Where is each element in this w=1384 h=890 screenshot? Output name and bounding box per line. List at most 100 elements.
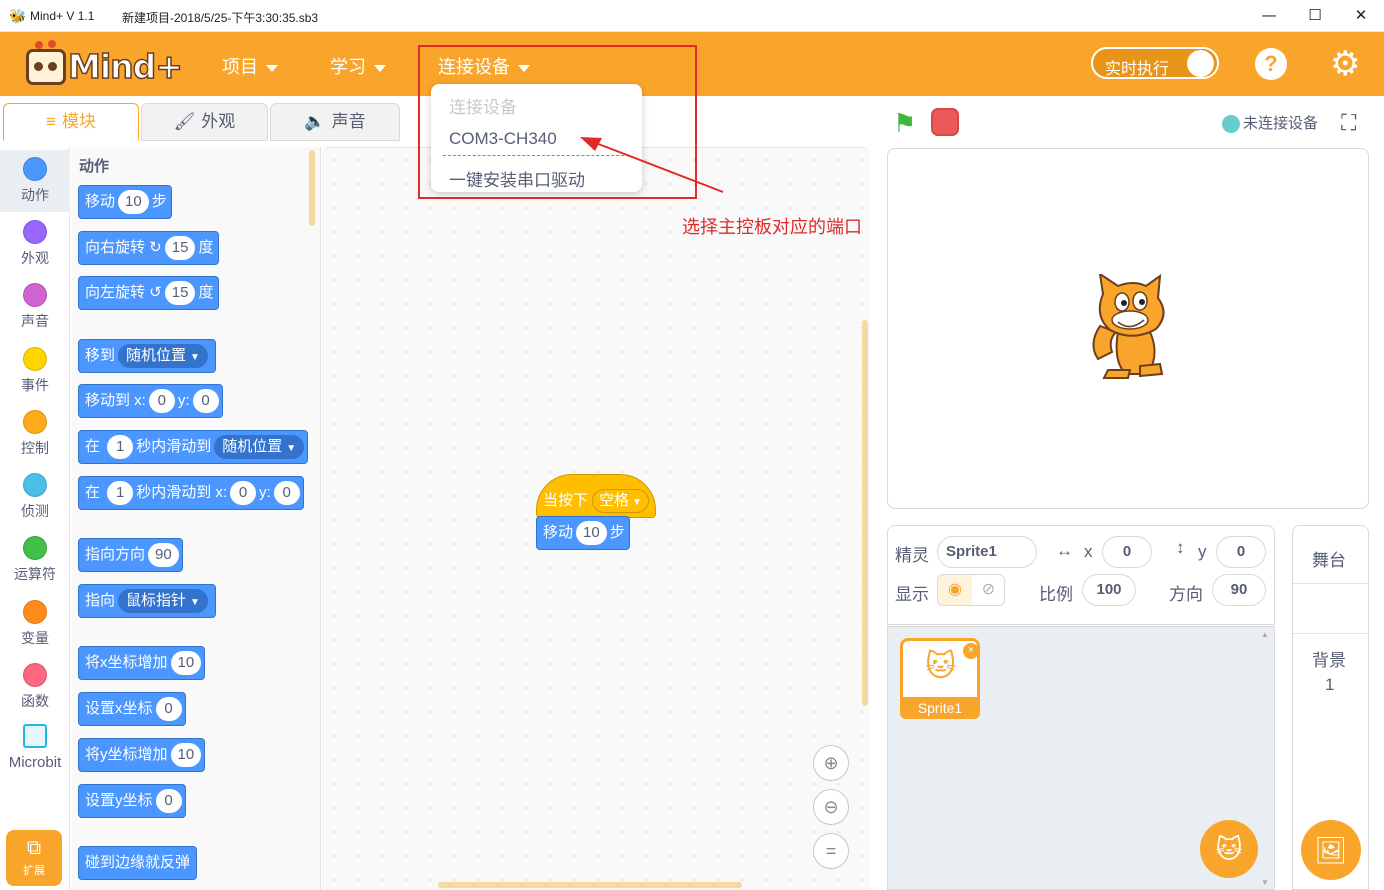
category-sound[interactable]: 声音 — [0, 276, 70, 338]
tab-sounds-label: 声音 — [331, 112, 366, 131]
sprite-x-input[interactable]: 0 — [1102, 536, 1152, 568]
delete-sprite-icon[interactable]: × — [963, 643, 979, 659]
category-dot-icon — [23, 410, 47, 434]
block-dropdown[interactable]: 随机位置 ▼ — [214, 435, 305, 460]
green-flag-icon[interactable]: ⚑ — [893, 108, 916, 139]
block-number-input[interactable]: 0 — [230, 481, 257, 506]
sprite-name-input[interactable]: Sprite1 — [937, 536, 1037, 568]
fullscreen-icon[interactable]: ⛶ — [1341, 110, 1356, 136]
block-number-input[interactable]: 10 — [170, 743, 202, 768]
block-text: 步 — [609, 524, 625, 541]
category-dot-icon — [23, 473, 47, 497]
add-sprite-button[interactable]: 🐱 — [1200, 820, 1258, 878]
category-functions[interactable]: 函数 — [0, 656, 70, 718]
category-control[interactable]: 控制 — [0, 403, 70, 465]
sprite-size-input[interactable]: 100 — [1082, 574, 1136, 606]
block-goto-xy[interactable]: 移动到 x: 0 y: 0 — [78, 384, 223, 418]
scroll-down-icon[interactable]: ▼ — [1261, 878, 1269, 887]
zoom-reset-button[interactable]: = — [813, 833, 849, 869]
cat-face-icon: 🐱 — [1215, 834, 1243, 864]
category-label: 动作 — [21, 187, 49, 203]
minimize-button[interactable]: — — [1246, 0, 1292, 32]
block-change-y[interactable]: 将y坐标增加 10 — [78, 738, 206, 772]
category-looks[interactable]: 外观 — [0, 213, 70, 275]
gear-icon[interactable]: ⚙ — [1330, 46, 1360, 82]
category-dot-icon — [23, 157, 47, 181]
block-set-x[interactable]: 设置x坐标 0 — [78, 692, 186, 726]
block-dropdown[interactable]: 鼠标指针 ▼ — [118, 589, 208, 614]
block-number-input[interactable]: 0 — [148, 389, 175, 414]
block-number-input[interactable]: 10 — [170, 651, 202, 676]
block-dropdown[interactable]: 空格 ▼ — [592, 489, 649, 513]
script-hat-block[interactable]: 当按下 空格 ▼ — [536, 474, 656, 518]
zoom-out-button[interactable]: ⊖ — [813, 789, 849, 825]
block-number-input[interactable]: 10 — [118, 190, 149, 215]
workspace-horizontal-scrollbar[interactable] — [438, 882, 742, 888]
help-button[interactable]: ? — [1255, 48, 1287, 80]
block-turn-right[interactable]: 向右旋转 ↻ 15 度 — [78, 231, 219, 265]
block-number-input[interactable]: 0 — [192, 389, 219, 414]
block-text: 移到 — [85, 347, 116, 364]
realtime-mode-toggle[interactable]: 实时执行 — [1091, 47, 1219, 79]
eye-icon[interactable]: ◉ — [938, 575, 972, 605]
extension-icon: ⧉ — [26, 837, 42, 859]
script-move-block[interactable]: 移动 10 步 — [536, 516, 630, 550]
category-sensing[interactable]: 侦测 — [0, 466, 70, 528]
category-operators[interactable]: 运算符 — [0, 529, 70, 591]
menu-learn[interactable]: 学习 — [330, 53, 386, 79]
block-number-input[interactable]: 0 — [155, 697, 182, 722]
block-number-input[interactable]: 15 — [164, 281, 196, 306]
stage-divider — [1293, 633, 1368, 634]
block-text: 秒内滑动到 x: — [136, 484, 228, 501]
category-motion[interactable]: 动作 — [0, 150, 70, 212]
category-events[interactable]: 事件 — [0, 340, 70, 402]
block-glide[interactable]: 在 1 秒内滑动到 随机位置 ▼ — [78, 430, 309, 464]
connection-status: 未连接设备 — [1222, 112, 1318, 134]
block-number-input[interactable]: 90 — [148, 543, 179, 568]
eye-slash-icon[interactable]: ⊘ — [972, 575, 1005, 605]
extension-label: 扩展 — [23, 865, 45, 877]
tab-sounds[interactable]: 🔈 声音 — [270, 103, 400, 141]
scratch-cat-sprite[interactable] — [1078, 274, 1178, 384]
tab-costumes[interactable]: 🖌 外观 — [141, 103, 268, 141]
block-set-y[interactable]: 设置y坐标 0 — [78, 784, 186, 818]
sprite-direction-input[interactable]: 90 — [1212, 574, 1266, 606]
block-point-direction[interactable]: 指向方向 90 — [78, 538, 183, 572]
block-text: 当按下 — [543, 492, 589, 509]
category-microbit[interactable]: Microbit — [0, 719, 70, 775]
block-number-input[interactable]: 1 — [107, 481, 134, 506]
add-backdrop-button[interactable]: 🖼 — [1301, 820, 1361, 880]
stop-button[interactable] — [931, 108, 959, 136]
sprite-y-input[interactable]: 0 — [1216, 536, 1266, 568]
block-number-input[interactable]: 0 — [155, 789, 182, 814]
stage-canvas[interactable] — [887, 148, 1369, 509]
category-label: Microbit — [8, 754, 62, 771]
block-bounce[interactable]: 碰到边缘就反弹 — [78, 846, 198, 880]
block-goto[interactable]: 移到 随机位置 ▼ — [78, 339, 217, 373]
palette-scrollbar[interactable] — [309, 150, 315, 226]
workspace-vertical-scrollbar[interactable] — [862, 320, 868, 706]
scroll-up-icon[interactable]: ▲ — [1261, 630, 1269, 639]
block-dropdown[interactable]: 随机位置 ▼ — [118, 344, 208, 369]
block-number-input[interactable]: 15 — [164, 236, 196, 261]
block-number-input[interactable]: 10 — [576, 521, 607, 546]
block-point-towards[interactable]: 指向 鼠标指针 ▼ — [78, 584, 217, 618]
category-variables[interactable]: 变量 — [0, 593, 70, 655]
menu-project[interactable]: 项目 — [222, 53, 278, 79]
annotation-text: 选择主控板对应的端口 — [682, 217, 862, 237]
block-number-input[interactable]: 0 — [273, 481, 300, 506]
block-number-input[interactable]: 1 — [107, 435, 134, 460]
zoom-in-button[interactable]: ⊕ — [813, 745, 849, 781]
sprite-thumbnail[interactable]: 🐱 × Sprite1 — [900, 638, 980, 719]
category-dot-icon — [23, 220, 47, 244]
block-change-x[interactable]: 将x坐标增加 10 — [78, 646, 206, 680]
block-turn-left[interactable]: 向左旋转 ↺ 15 度 — [78, 276, 219, 310]
category-label: 声音 — [21, 313, 49, 329]
tab-blocks[interactable]: ≡ 模块 — [3, 103, 139, 141]
block-text: 移动 — [543, 524, 574, 541]
maximize-button[interactable]: ☐ — [1292, 0, 1338, 32]
block-move-steps[interactable]: 移动 10 步 — [78, 185, 172, 219]
add-extension-button[interactable]: ⧉ 扩展 — [6, 830, 62, 886]
close-window-button[interactable]: ✕ — [1338, 0, 1384, 32]
block-glide-xy[interactable]: 在 1 秒内滑动到 x: 0 y: 0 — [78, 476, 304, 510]
